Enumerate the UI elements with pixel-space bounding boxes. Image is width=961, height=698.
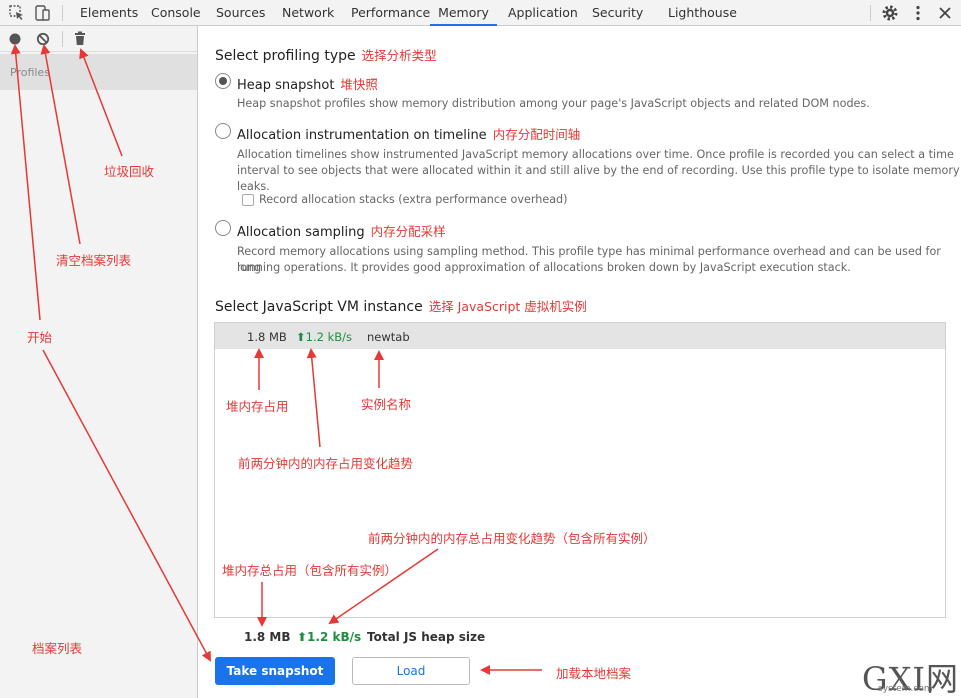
record-icon[interactable] (8, 32, 22, 46)
allocation-sampling-label[interactable]: Allocation sampling 内存分配采样 (237, 221, 446, 240)
annotation-profile-list: 档案列表 (32, 641, 83, 656)
tab-network[interactable]: Network (282, 0, 334, 26)
annotation-garbage-collect: 垃圾回收 (104, 164, 155, 179)
radio-allocation-sampling[interactable] (215, 220, 231, 236)
annotation-instance-name: 实例名称 (361, 397, 412, 412)
tab-security[interactable]: Security (592, 0, 643, 26)
allocation-timeline-label[interactable]: Allocation instrumentation on timeline 内存… (237, 124, 580, 143)
profiles-sidebar: Profiles (0, 26, 198, 698)
radio-heap-snapshot[interactable] (215, 73, 231, 89)
annotation-heap-snapshot: 堆快照 (340, 77, 378, 92)
tab-sources[interactable]: Sources (216, 0, 265, 26)
take-snapshot-button[interactable]: Take snapshot (215, 657, 335, 685)
total-heap-trend: ⬆1.2 kB/s (297, 630, 362, 644)
tab-console[interactable]: Console (151, 0, 201, 26)
annotation-start: 开始 (27, 330, 53, 345)
toolbar-divider (870, 5, 871, 21)
allocation-sampling-label-text: Allocation sampling (237, 225, 365, 240)
annotation-clear-profiles: 清空档案列表 (56, 253, 132, 268)
tab-application[interactable]: Application (508, 0, 578, 26)
vm-instance-name: newtab (367, 330, 410, 344)
gear-icon[interactable] (881, 4, 899, 22)
record-allocation-stacks-checkbox[interactable] (242, 194, 254, 206)
load-button[interactable]: Load (352, 657, 470, 685)
annotation-allocation-sampling: 内存分配采样 (370, 224, 446, 239)
annotation-vm-instance: 选择 JavaScript 虚拟机实例 (428, 299, 587, 314)
allocation-timeline-label-text: Allocation instrumentation on timeline (237, 128, 487, 143)
toolbar-divider (62, 31, 63, 47)
heap-snapshot-label[interactable]: Heap snapshot 堆快照 (237, 74, 378, 93)
heap-snapshot-description: Heap snapshot profiles show memory distr… (237, 97, 870, 110)
tab-lighthouse[interactable]: Lighthouse (668, 0, 737, 26)
vm-instance-title: Select JavaScript VM instance 选择 JavaScri… (215, 296, 587, 315)
inspect-element-icon[interactable] (8, 4, 26, 22)
toolbar-divider (62, 5, 63, 21)
profiling-type-title-text: Select profiling type (215, 48, 356, 64)
profiles-label: Profiles (10, 66, 50, 79)
vm-instance-title-text: Select JavaScript VM instance (215, 299, 423, 315)
allocation-timeline-description-line2: interval to see objects that were alloca… (237, 164, 960, 193)
allocation-timeline-description-line1: Allocation timelines show instrumented J… (237, 148, 954, 161)
annotation-total-heap: 堆内存总占用（包含所有实例） (222, 563, 398, 578)
annotation-trend: 前两分钟内的内存占用变化趋势 (238, 456, 414, 471)
clear-all-icon[interactable] (36, 32, 50, 46)
trash-icon[interactable] (73, 31, 87, 46)
profiling-type-title: Select profiling type 选择分析类型 (215, 45, 437, 64)
more-options-icon[interactable] (909, 4, 927, 22)
radio-allocation-timeline[interactable] (215, 123, 231, 139)
tab-memory[interactable]: Memory (430, 0, 497, 26)
vm-heap-size: 1.8 MB (247, 330, 287, 344)
devtools-tab-bar: Elements Console Sources Network Perform… (0, 0, 961, 26)
annotation-heap-usage: 堆内存占用 (226, 399, 289, 414)
profiles-list-header: Profiles (0, 54, 197, 90)
tab-performance[interactable]: Performance (351, 0, 430, 26)
heap-snapshot-label-text: Heap snapshot (237, 78, 335, 93)
total-heap-size: 1.8 MB (244, 630, 291, 644)
annotation-total-trend: 前两分钟内的内存总占用变化趋势（包含所有实例） (368, 531, 656, 546)
close-icon[interactable] (936, 4, 954, 22)
annotation-load-local: 加载本地档案 (556, 666, 632, 681)
record-allocation-stacks-label[interactable]: Record allocation stacks (extra performa… (259, 192, 568, 208)
vm-instance-row[interactable]: 1.8 MB ⬆1.2 kB/s newtab (215, 323, 945, 349)
watermark-site: system.com (878, 684, 933, 694)
annotation-allocation-timeline: 内存分配时间轴 (492, 127, 581, 142)
annotation-profiling-type: 选择分析类型 (361, 48, 437, 63)
vm-heap-trend: ⬆1.2 kB/s (296, 330, 352, 344)
tab-elements[interactable]: Elements (80, 0, 138, 26)
allocation-sampling-description-line2: running operations. It provides good app… (237, 261, 851, 274)
device-toolbar-icon[interactable] (33, 4, 51, 22)
site-watermark-logo: GXI网 system.com (862, 656, 961, 698)
profiles-toolbar (0, 26, 197, 52)
total-heap-label: Total JS heap size (367, 630, 486, 644)
